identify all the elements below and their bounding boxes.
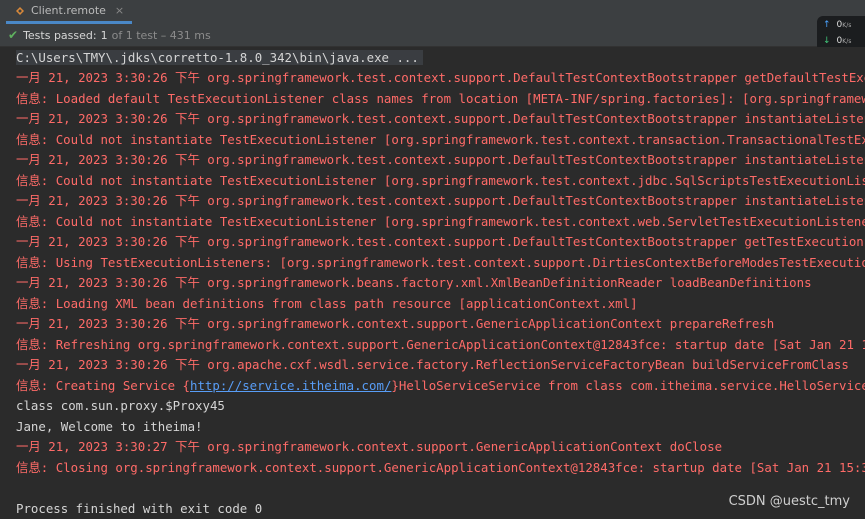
log-line: 信息: Could not instantiate TestExecutionL…	[16, 131, 865, 147]
service-namespace-link[interactable]: http://service.itheima.com/	[190, 378, 391, 393]
log-line: 信息: Using TestExecutionListeners: [org.s…	[16, 254, 865, 270]
tests-passed-label: Tests passed:	[23, 28, 97, 42]
upload-unit: K/s	[842, 22, 852, 29]
download-speed: ↓ 0K/s	[823, 36, 851, 46]
log-line: 一月 21, 2023 3:30:26 下午 org.springframewo…	[16, 234, 865, 249]
download-arrow-icon: ↓	[823, 36, 831, 46]
log-line: 信息: Could not instantiate TestExecutionL…	[16, 213, 865, 229]
tests-passed-count: 1	[100, 28, 108, 42]
log-line: 信息: Closing org.springframework.context.…	[16, 459, 865, 475]
upload-speed: ↑ 0K/s	[823, 20, 851, 30]
download-unit: K/s	[842, 38, 852, 45]
log-line: 一月 21, 2023 3:30:26 下午 org.apache.cxf.ws…	[16, 357, 849, 372]
log-line: 信息: Loading XML bean definitions from cl…	[16, 295, 638, 311]
log-line: 信息: Refreshing org.springframework.conte…	[16, 336, 865, 352]
test-status-bar: ✔ Tests passed: 1 of 1 test – 431 ms	[0, 24, 865, 47]
creating-prefix: 信息: Creating Service {	[16, 377, 190, 393]
tab-title: Client.remote	[31, 4, 106, 17]
log-line: 一月 21, 2023 3:30:26 下午 org.springframewo…	[16, 70, 865, 85]
creating-suffix: }HelloServiceService from class com.ithe…	[391, 377, 865, 393]
stdout-line: Jane, Welcome to itheima!	[16, 418, 203, 434]
log-line: 一月 21, 2023 3:30:26 下午 org.springframewo…	[16, 316, 775, 331]
tab-bar: Client.remote ×	[0, 0, 865, 25]
watermark: CSDN @uestc_tmy	[728, 494, 850, 509]
tests-summary: of 1 test – 431 ms	[111, 28, 211, 42]
tab-client-remote[interactable]: Client.remote ×	[6, 0, 133, 24]
console-command-line: C:\Users\TMY\.jdks\corretto-1.8.0_342\bi…	[16, 50, 423, 65]
exit-status-line: Process finished with exit code 0	[16, 500, 263, 516]
log-line: 一月 21, 2023 3:30:26 下午 org.springframewo…	[16, 111, 865, 126]
log-line: 信息: Loaded default TestExecutionListener…	[16, 90, 865, 106]
upload-arrow-icon: ↑	[823, 20, 831, 30]
log-line: 一月 21, 2023 3:30:26 下午 org.springframewo…	[16, 193, 865, 208]
console-output[interactable]: C:\Users\TMY\.jdks\corretto-1.8.0_342\bi…	[0, 47, 865, 519]
close-icon[interactable]: ×	[115, 4, 124, 17]
run-config-icon	[14, 5, 26, 17]
log-line: 信息: Could not instantiate TestExecutionL…	[16, 172, 865, 188]
log-line: 一月 21, 2023 3:30:26 下午 org.springframewo…	[16, 275, 812, 290]
log-line-creating-service: 信息: Creating Service {http://service.ith…	[16, 378, 865, 393]
log-line: 一月 21, 2023 3:30:27 下午 org.springframewo…	[16, 439, 723, 454]
stdout-line: class com.sun.proxy.$Proxy45	[16, 398, 225, 413]
log-line: 一月 21, 2023 3:30:26 下午 org.springframewo…	[16, 152, 865, 167]
check-icon: ✔	[8, 28, 19, 42]
